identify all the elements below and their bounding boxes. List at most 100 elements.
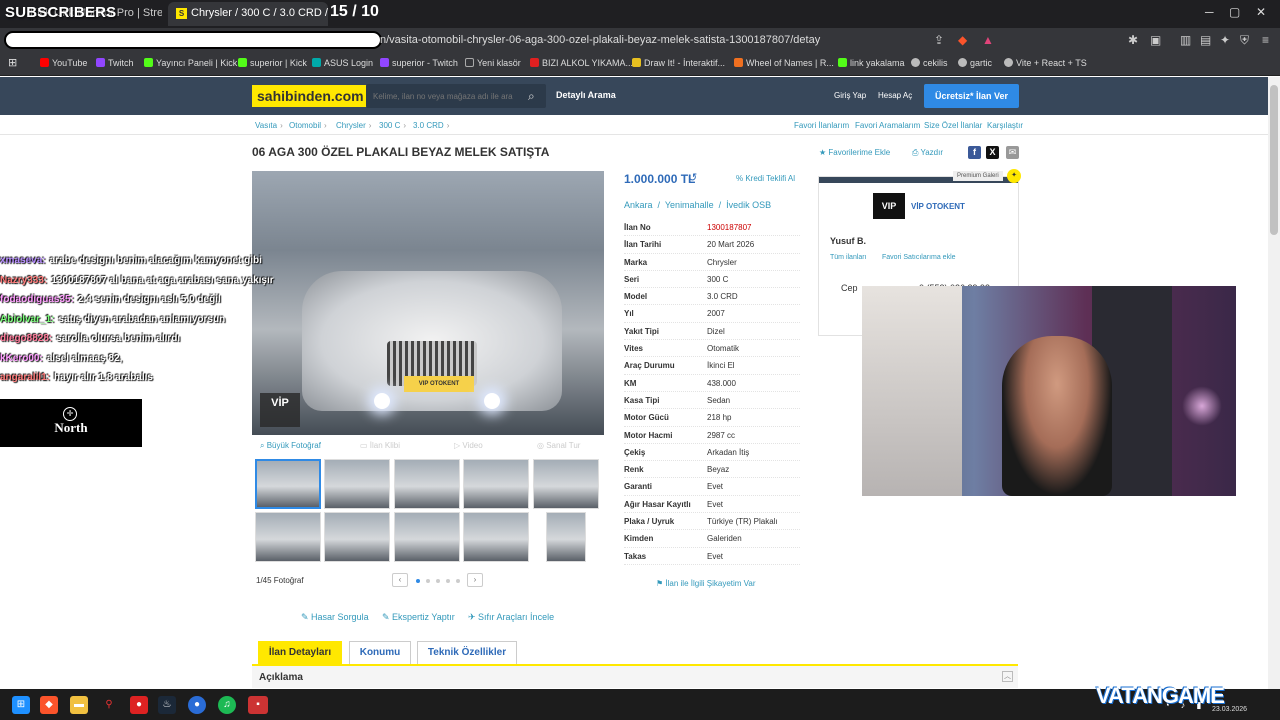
site-logo[interactable]: sahibinden.com: [252, 85, 369, 107]
breadcrumb-item[interactable]: 300 C ›: [379, 121, 406, 130]
location-district[interactable]: Yenimahalle: [665, 200, 714, 210]
photo-thumbnail[interactable]: [324, 459, 390, 509]
photo-thumbnail[interactable]: [255, 459, 321, 509]
print-link[interactable]: ⎙ Yazdır: [912, 148, 943, 158]
spotify-icon[interactable]: ♫: [218, 696, 236, 714]
seller-name[interactable]: VİP OTOKENT: [911, 202, 965, 211]
app-icon[interactable]: ▪: [248, 696, 268, 714]
tab-clip[interactable]: ▭ İlan Klibi: [360, 441, 400, 450]
photo-thumbnail[interactable]: [533, 459, 599, 509]
special-listings-link[interactable]: Size Özel İlanlar: [924, 121, 982, 130]
screenshot-icon[interactable]: ▣: [1150, 33, 1161, 47]
tab-virtual-tour[interactable]: ◎ Sanal Tur: [537, 441, 580, 450]
app-icon[interactable]: ●: [130, 696, 148, 714]
login-link[interactable]: Giriş Yap: [834, 91, 866, 100]
favorite-searches-link[interactable]: Favori Aramalarım: [855, 121, 920, 130]
bookmark-alkol[interactable]: BIZI ALKOL YIKAMA...: [530, 58, 633, 68]
vpn-icon[interactable]: ⛨: [1240, 33, 1249, 48]
photo-thumbnail[interactable]: [394, 512, 460, 562]
bookmark-cekilis[interactable]: cekilis: [911, 58, 948, 68]
detailed-search-link[interactable]: Detaylı Arama: [556, 90, 616, 100]
file-explorer-icon[interactable]: ▬: [70, 696, 88, 714]
facebook-icon[interactable]: f: [968, 146, 981, 159]
maps-pin-icon[interactable]: ⚲: [100, 696, 118, 714]
bookmark-link-yakalama[interactable]: link yakalama: [838, 58, 905, 68]
maximize-icon[interactable]: ▢: [1229, 5, 1240, 19]
breadcrumb-item[interactable]: Otomobil ›: [289, 121, 327, 130]
main-photo[interactable]: VIP OTOKENT VİP: [252, 171, 604, 435]
photo-thumbnail[interactable]: [255, 512, 321, 562]
bookmark-vite-react[interactable]: Vite + React + TS: [1004, 58, 1087, 68]
register-link[interactable]: Hesap Aç: [878, 91, 912, 100]
location-city[interactable]: Ankara: [624, 200, 653, 210]
next-photo-button[interactable]: ›: [467, 573, 483, 587]
bookmark-youtube[interactable]: YouTube: [40, 58, 87, 68]
x-icon[interactable]: X: [986, 146, 999, 159]
scrollbar[interactable]: [1268, 77, 1280, 689]
damage-query-link[interactable]: ✎ Hasar Sorgula: [301, 612, 369, 623]
prev-photo-button[interactable]: ‹: [392, 573, 408, 587]
tab-location[interactable]: Konumu: [349, 641, 411, 665]
menu-icon[interactable]: ≡: [1262, 33, 1269, 47]
all-listings-link[interactable]: Tüm ilanları: [830, 254, 867, 261]
pager-dot[interactable]: [436, 579, 440, 583]
apps-grid-icon[interactable]: ⊞: [8, 56, 17, 69]
expertise-link[interactable]: ✎ Ekspertiz Yaptır: [382, 612, 455, 623]
add-favorite-link[interactable]: ★ Favorilerime Ekle: [819, 148, 890, 157]
bookmark-wheel-of-names[interactable]: Wheel of Names | R...: [734, 58, 834, 68]
photo-thumbnail[interactable]: [546, 512, 586, 562]
pager-dot[interactable]: [446, 579, 450, 583]
brave-shield-icon[interactable]: ◆: [958, 33, 967, 47]
bookmark-superior-kick[interactable]: superior | Kick: [238, 58, 307, 68]
steam-icon[interactable]: ♨: [158, 696, 176, 714]
search-input[interactable]: [366, 84, 516, 108]
wallet-icon[interactable]: ▤: [1200, 33, 1211, 47]
location-neighborhood[interactable]: İvedik OSB: [726, 200, 771, 210]
tab-video[interactable]: ▷ Video: [454, 441, 483, 450]
url-text[interactable]: n/vasita-otomobil-chrysler-06-aga-300-oz…: [380, 34, 820, 46]
bookmark-yeni-klasor[interactable]: Yeni klasör: [465, 58, 521, 68]
pager-dot[interactable]: [456, 579, 460, 583]
tab-technical[interactable]: Teknik Özellikler: [417, 641, 517, 665]
pager-dot[interactable]: [426, 579, 430, 583]
breadcrumb-item[interactable]: Vasıta ›: [255, 121, 283, 130]
windows-start-icon[interactable]: ⊞: [12, 696, 30, 714]
search-icon[interactable]: ⌕: [528, 89, 535, 104]
collapse-icon[interactable]: ︿: [1002, 671, 1013, 682]
brave-icon[interactable]: ◆: [40, 696, 58, 714]
bookmark-gartic[interactable]: gartic: [958, 58, 992, 68]
photo-thumbnail[interactable]: [324, 512, 390, 562]
credit-offer-link[interactable]: % Kredi Teklifi Al: [736, 174, 795, 183]
sidebar-icon[interactable]: ▥: [1180, 33, 1191, 47]
tab-listing[interactable]: S Chrysler / 300 C / 3.0 CRD / 06 A...: [168, 2, 328, 26]
bookmark-asus-login[interactable]: ASUS Login: [312, 58, 373, 68]
breadcrumb-item[interactable]: Chrysler ›: [336, 121, 371, 130]
photo-thumbnail[interactable]: [463, 512, 529, 562]
bookmark-yayinci-paneli[interactable]: Yayıncı Paneli | Kick: [144, 58, 237, 68]
extensions-icon[interactable]: ✱: [1128, 33, 1138, 47]
email-icon[interactable]: ✉: [1006, 146, 1019, 159]
seller-logo[interactable]: VIP: [873, 193, 905, 219]
breadcrumb-item[interactable]: 3.0 CRD ›: [413, 121, 449, 130]
bookmark-twitch[interactable]: Twitch: [96, 58, 134, 68]
share-icon[interactable]: ⇪: [934, 33, 944, 47]
favorite-seller-link[interactable]: Favori Satıcılarıma ekle: [882, 254, 956, 261]
minimize-icon[interactable]: ─: [1205, 5, 1214, 19]
leo-icon[interactable]: ✦: [1220, 33, 1230, 47]
post-ad-button[interactable]: Ücretsiz* İlan Ver: [924, 84, 1019, 108]
bookmark-superior-twitch[interactable]: superior - Twitch: [380, 58, 458, 68]
description-header[interactable]: Açıklama ︿: [252, 666, 1018, 688]
favorite-listings-link[interactable]: Favori İlanlarım: [794, 121, 849, 130]
tab-large-photo[interactable]: ⌕ Büyük Fotoğraf: [260, 441, 321, 451]
rewards-icon[interactable]: ▲: [982, 33, 994, 47]
app-icon[interactable]: ●: [188, 696, 206, 714]
report-listing-link[interactable]: ⚑ İlan ile İlgili Şikayetim Var: [656, 579, 756, 588]
close-icon[interactable]: ✕: [1256, 5, 1266, 19]
pager-dot[interactable]: [416, 579, 420, 583]
price-history-icon[interactable]: ↺: [688, 171, 697, 184]
scrollbar-thumb[interactable]: [1270, 85, 1278, 235]
photo-thumbnail[interactable]: [463, 459, 529, 509]
photo-thumbnail[interactable]: [394, 459, 460, 509]
compare-link[interactable]: Karşılaştır: [987, 121, 1023, 130]
bookmark-draw-it[interactable]: Draw It! - İnteraktif...: [632, 58, 725, 68]
